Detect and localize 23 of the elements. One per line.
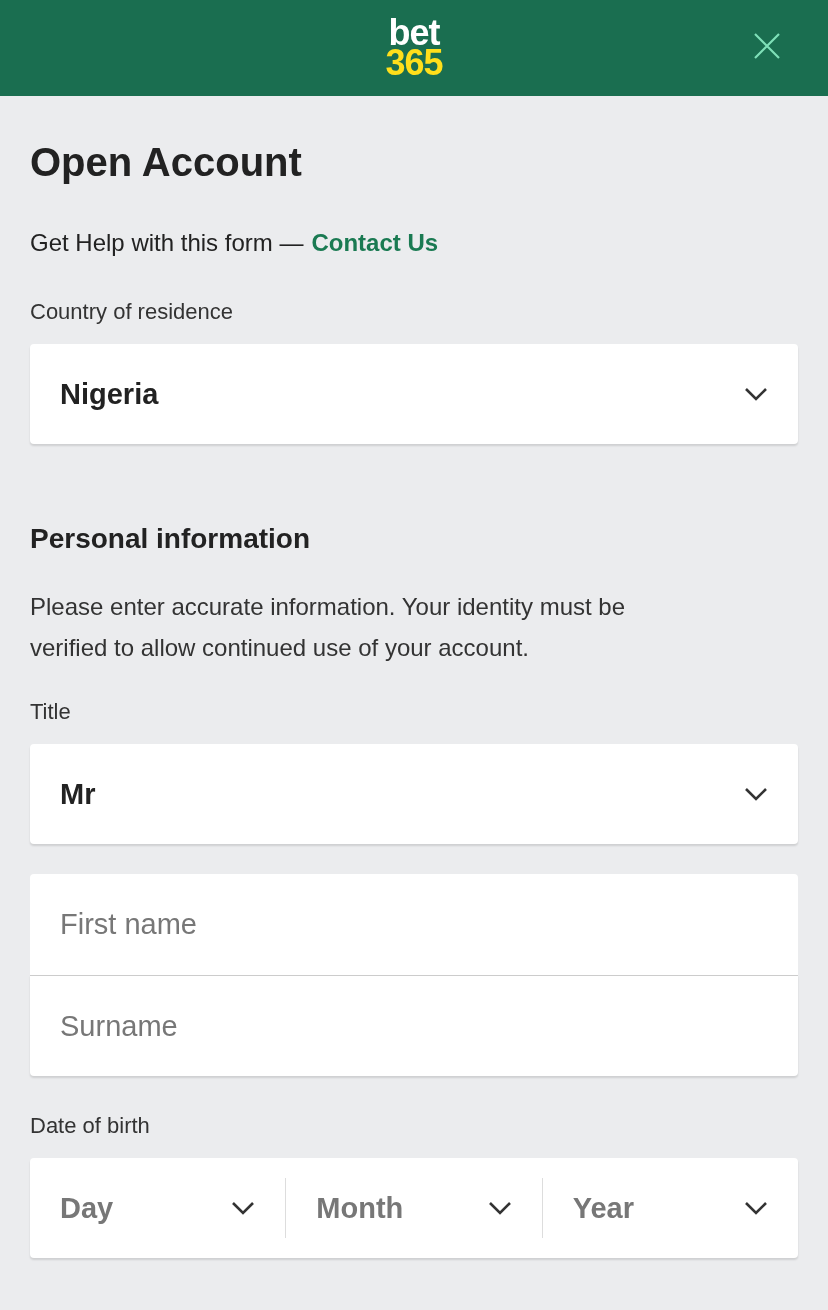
logo-text: bet bbox=[388, 18, 440, 48]
close-icon[interactable] bbox=[754, 33, 780, 59]
section-title: Personal information bbox=[30, 522, 312, 556]
country-select[interactable]: Nigeria bbox=[30, 344, 798, 444]
title-select[interactable]: Mr bbox=[30, 744, 798, 844]
chevron-icon bbox=[744, 387, 768, 401]
name-field[interactable]: First name bbox=[30, 874, 798, 975]
logo-number: 365 bbox=[385, 48, 443, 78]
chevron-icon bbox=[487, 1201, 512, 1215]
contact-link[interactable]: Contact Us bbox=[311, 228, 439, 258]
field-label: Country of residence bbox=[30, 298, 234, 326]
field-label: Title bbox=[30, 698, 72, 726]
page-title: Open Account bbox=[30, 139, 303, 186]
help-text: Get Help with this form — bbox=[30, 228, 304, 258]
chevron-icon bbox=[744, 1201, 768, 1215]
field-label: Date of birth bbox=[30, 1112, 151, 1140]
chevron-icon bbox=[231, 1201, 256, 1215]
description: Please enter accurate information. Your identity must be verified to allow continued use of your account. bbox=[30, 592, 626, 663]
date-select[interactable]: Month bbox=[286, 1158, 542, 1258]
date-select[interactable]: Day bbox=[30, 1158, 286, 1258]
name-field[interactable]: Surname bbox=[30, 975, 798, 1076]
date-select[interactable]: Year bbox=[542, 1158, 798, 1258]
chevron-icon bbox=[744, 787, 768, 801]
